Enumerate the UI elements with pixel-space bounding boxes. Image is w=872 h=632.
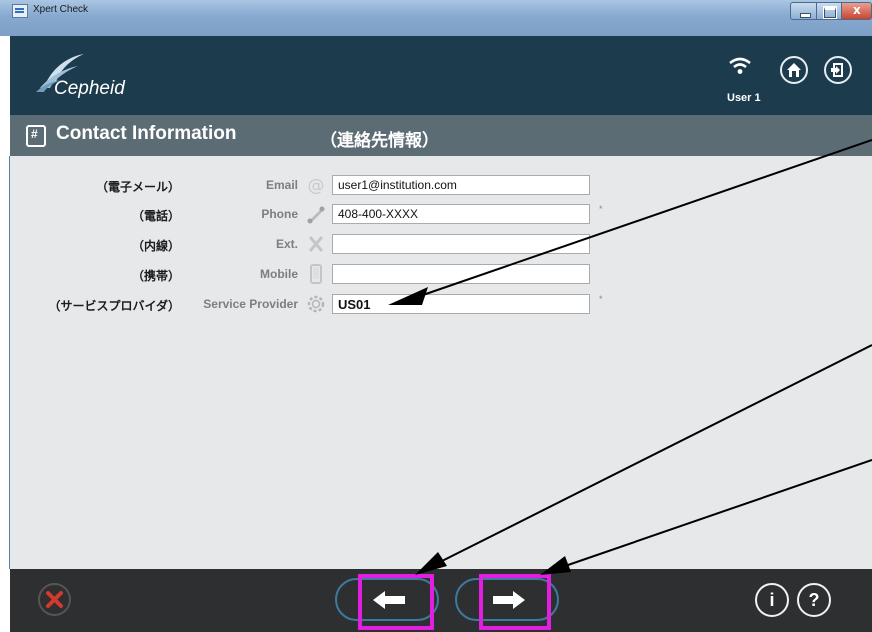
next-button-highlight bbox=[479, 574, 551, 630]
email-field[interactable] bbox=[332, 175, 590, 195]
mobile-row: （携帯） Mobile bbox=[10, 263, 872, 287]
phone-field[interactable] bbox=[332, 204, 590, 224]
bottom-toolbar: i ? bbox=[10, 569, 872, 632]
service-provider-field[interactable] bbox=[332, 294, 590, 314]
phone-icon bbox=[307, 206, 325, 224]
svg-text:@: @ bbox=[308, 176, 325, 195]
info-button[interactable]: i bbox=[755, 583, 789, 617]
ext-jp-label: （内線） bbox=[131, 239, 180, 253]
mobile-jp-label: （携帯） bbox=[131, 269, 180, 283]
phone-label: Phone bbox=[261, 207, 298, 221]
phone-jp-label: （電話） bbox=[131, 209, 180, 223]
window-title: Xpert Check bbox=[33, 4, 89, 15]
mobile-label: Mobile bbox=[260, 267, 298, 281]
page-title-jp: （連絡先情報） bbox=[320, 131, 439, 150]
wifi-icon bbox=[729, 57, 751, 74]
app-header: Cepheid User 1 bbox=[10, 36, 872, 115]
brand-name: Cepheid bbox=[54, 78, 125, 99]
home-button[interactable] bbox=[780, 56, 808, 84]
current-user: User 1 bbox=[727, 92, 761, 104]
gear-icon bbox=[307, 295, 325, 313]
phone-row: （電話） Phone * bbox=[10, 203, 872, 227]
mobile-field[interactable] bbox=[332, 264, 590, 284]
app-window: Xpert Check Cepheid User 1 bbox=[0, 0, 872, 632]
close-window-button[interactable] bbox=[841, 2, 872, 20]
ext-field[interactable] bbox=[332, 234, 590, 254]
cepheid-logo: Cepheid bbox=[34, 50, 154, 100]
logout-button[interactable] bbox=[824, 56, 852, 84]
email-row: （電子メール） Email @ bbox=[10, 174, 872, 198]
service-provider-label: Service Provider bbox=[203, 297, 298, 311]
mobile-icon bbox=[310, 264, 322, 284]
app-window-icon bbox=[12, 4, 28, 18]
cancel-button[interactable] bbox=[38, 583, 71, 616]
service-provider-row: （サービスプロバイダ） Service Provider * bbox=[10, 293, 872, 317]
logout-icon bbox=[831, 63, 843, 77]
required-marker: * bbox=[599, 204, 603, 214]
at-icon: @ bbox=[308, 176, 325, 195]
ext-label: Ext. bbox=[275, 237, 298, 251]
contact-header: Contact Information （連絡先情報） bbox=[10, 115, 872, 156]
ext-row: （内線） Ext. bbox=[10, 233, 872, 257]
email-label: Email bbox=[265, 178, 298, 192]
email-jp-label: （電子メール） bbox=[95, 180, 180, 194]
back-button-highlight bbox=[358, 574, 434, 630]
home-icon bbox=[787, 63, 801, 77]
service-provider-jp-label: （サービスプロバイダ） bbox=[48, 299, 180, 313]
help-button[interactable]: ? bbox=[797, 583, 831, 617]
contact-form: （電子メール） Email @ （電話） Phone * （内線） Ext. bbox=[10, 156, 872, 569]
required-marker: * bbox=[599, 294, 603, 304]
maximize-button[interactable] bbox=[816, 2, 842, 20]
page-title: Contact Information bbox=[56, 123, 237, 144]
window-titlebar: Xpert Check bbox=[0, 0, 872, 36]
minimize-button[interactable] bbox=[790, 2, 817, 20]
contact-card-icon bbox=[26, 125, 46, 147]
x-icon bbox=[308, 236, 324, 252]
cancel-x-icon bbox=[46, 591, 63, 608]
